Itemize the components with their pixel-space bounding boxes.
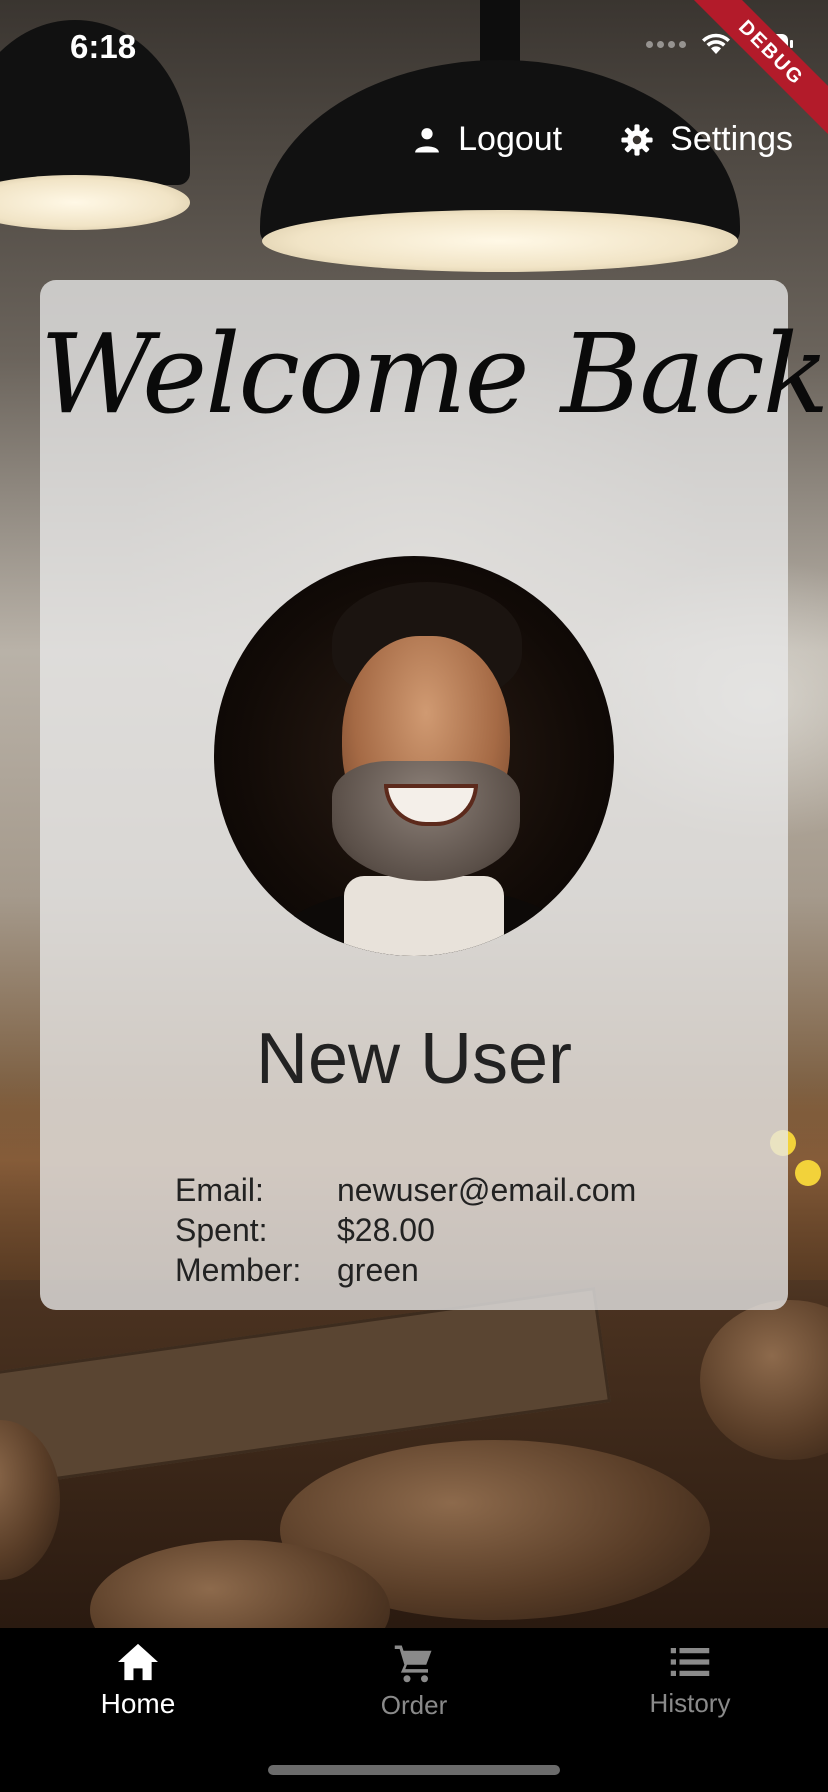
email-label: Email:: [175, 1172, 264, 1208]
flower: [795, 1160, 821, 1186]
nav-order-label: Order: [380, 1690, 448, 1720]
top-actions: Logout Settings: [412, 120, 793, 159]
email-value: newuser@email.com: [337, 1172, 637, 1208]
nav-home-label: Home: [100, 1688, 176, 1719]
member-label: Member:: [175, 1252, 302, 1288]
list-icon: [670, 1648, 710, 1676]
signal-icon: [646, 40, 686, 48]
status-time: 6:18: [70, 28, 137, 65]
wifi-icon: [702, 33, 730, 54]
home-icon: [118, 1643, 158, 1681]
user-name: New User: [255, 1019, 573, 1099]
profile-card: Welcome Back! New User Email: newuser@em…: [40, 280, 828, 1310]
member-row: Member: green: [175, 1250, 636, 1290]
nav-home[interactable]: Home: [0, 1642, 276, 1720]
user-info: Email: newuser@email.com Spent: $28.00 M…: [175, 1170, 636, 1290]
nav-order[interactable]: Order: [276, 1642, 552, 1721]
logout-label: Logout: [458, 120, 563, 158]
nav-history[interactable]: History: [552, 1642, 828, 1719]
avatar: [214, 556, 614, 956]
gear-icon: [621, 123, 653, 156]
home-indicator: [268, 1765, 560, 1775]
settings-label: Settings: [670, 120, 793, 158]
nav-history-label: History: [649, 1688, 731, 1718]
cart-icon: [394, 1645, 432, 1683]
spent-row: Spent: $28.00: [175, 1210, 636, 1250]
person-icon: [415, 127, 440, 152]
email-row: Email: newuser@email.com: [175, 1170, 636, 1210]
settings-button[interactable]: Settings: [620, 120, 793, 159]
logout-button[interactable]: Logout: [412, 120, 562, 159]
bread-loaf: [700, 1300, 828, 1460]
member-value: green: [337, 1252, 419, 1288]
spent-value: $28.00: [337, 1212, 435, 1248]
welcome-heading: Welcome Back!: [40, 310, 828, 438]
spent-label: Spent:: [175, 1212, 268, 1248]
